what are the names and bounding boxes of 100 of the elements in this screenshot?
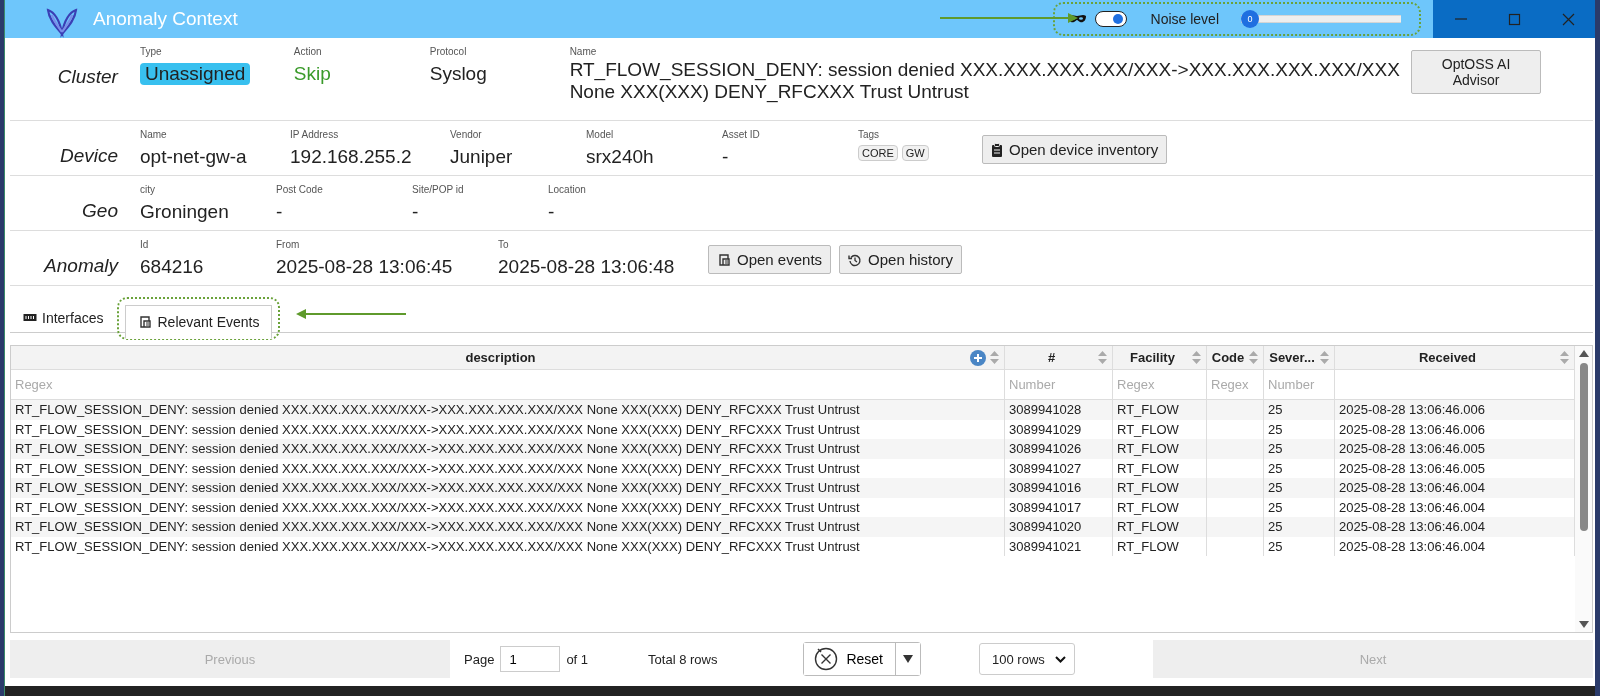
chevron-down-icon [1054,655,1066,663]
table-cell: RT_FLOW_SESSION_DENY: session denied XXX.XXX.XXX.XXX/XXX->XXX.XXX.XXX.XXX/XXX None XXX(XXX) DENY_RFCXXX Trust Untrust [11,400,1005,420]
table-cell: 2025-08-28 13:06:46.004 [1335,478,1575,498]
field-label: Post Code [276,184,324,195]
scrollbar[interactable] [1575,346,1592,632]
scroll-down-icon [1578,621,1589,628]
field-value: 2025-08-28 13:06:45 [276,256,454,278]
scroll-list-icon [138,315,153,329]
clipboard-icon [991,142,1003,157]
field-value: - [412,201,420,223]
field-label: Id [140,239,150,250]
field-value: srx240h [586,146,655,168]
table-cell: RT_FLOW [1113,478,1207,498]
rows-per-page-select[interactable]: 100 rows [979,643,1075,675]
tag-chip: GW [901,145,929,161]
type-badge: Unassigned [139,63,251,85]
window-title: Anomaly Context [93,8,238,30]
sort-icon [1192,351,1201,364]
field-value: Juniper [450,146,514,168]
maximize-icon [1507,12,1521,26]
slider-thumb[interactable]: 0 [1241,10,1259,28]
field-value: Syslog [429,63,488,85]
field-label: city [140,184,156,195]
close-icon [1561,12,1575,26]
history-icon [848,252,863,267]
reset-button[interactable]: Reset [804,643,896,675]
advisor-button[interactable]: OptOSS AI Advisor [1411,50,1541,94]
table-cell: 25 [1264,517,1335,537]
field-label: Name [140,129,168,140]
field-value: - [722,146,730,168]
action-button[interactable]: Open events [708,245,832,274]
field-label: Site/POP id [412,184,465,195]
scroll-list-icon [717,252,731,267]
table-cell: RT_FLOW [1113,439,1207,459]
action-button[interactable]: Open history [839,245,963,274]
field-value: - [276,201,284,223]
table-cell: 3089941026 [1005,439,1113,459]
table-cell: 2025-08-28 13:06:46.004 [1335,517,1575,537]
sort-icon [1249,351,1258,364]
noise-level-label: Noise level [1150,11,1219,27]
field-value: 192.168.255.2 [290,146,413,168]
field-value: 684216 [140,256,205,278]
table-cell: 2025-08-28 13:06:46.006 [1335,400,1575,420]
action-value: Skip [293,63,332,85]
caret-down-icon [903,655,913,663]
circle-x-icon [814,647,839,671]
field-label: Type [139,46,163,57]
page-count: of 1 [566,651,589,667]
table-cell: 25 [1264,400,1335,420]
noise-slider[interactable]: 0 [1241,10,1401,28]
field-label: Location [548,184,587,195]
table-cell: 25 [1264,478,1335,498]
tab[interactable]: Interfaces [13,304,114,332]
column-header[interactable]: # [1047,350,1056,365]
section-title: Device [58,144,118,167]
column-header[interactable]: Received [1418,350,1477,365]
table-cell: RT_FLOW [1113,400,1207,420]
table-cell: 25 [1264,439,1335,459]
field-label: Name [569,46,598,57]
field-label: Model [586,129,615,140]
action-button[interactable]: Open device inventory [982,135,1168,164]
field-label: Protocol [429,46,468,57]
field-value: 2025-08-28 13:06:48 [498,256,676,278]
field-label: To [498,239,510,250]
page-field[interactable]: 1 [500,646,561,672]
butterfly-logo-icon [45,6,79,40]
field-label: Action [293,46,323,57]
mask-toggle[interactable] [1094,11,1127,27]
section-title: Anomaly [42,254,118,277]
column-header[interactable]: description [465,350,536,365]
sort-icon [1320,351,1329,364]
table-cell [1207,439,1264,459]
field-value: opt-net-gw-a [140,146,248,168]
table-cell: 2025-08-28 13:06:46.005 [1335,439,1575,459]
section-title: Geo [81,199,118,222]
table-cell: 3089941028 [1005,400,1113,420]
tag-chip: CORE [858,145,898,161]
field-value: Groningen [140,201,230,223]
field-label: Asset ID [722,129,761,140]
table-cell [1207,517,1264,537]
sort-icon [1560,351,1569,364]
field-value: - [548,201,556,223]
field-label: From [276,239,301,250]
network-port-icon [23,313,37,323]
sort-icon [990,351,999,364]
table-cell: RT_FLOW [1113,517,1207,537]
table-cell: 3089941016 [1005,478,1113,498]
scrollbar-thumb[interactable] [1579,363,1588,531]
scroll-up-icon [1578,350,1589,357]
section-title: Cluster [56,65,118,88]
name-value: RT_FLOW_SESSION_DENY: session denied XXX.XXX.XXX.XXX/XXX->XXX.XXX.XXX.XXX/XXX None XXX(XXX) DENY_RFCXXX Trust Untrust [569,59,1401,103]
sort-icon [1098,351,1107,364]
field-label: Tags [858,129,881,140]
table-cell: RT_FLOW_SESSION_DENY: session denied XXX.XXX.XXX.XXX/XXX->XXX.XXX.XXX.XXX/XXX None XXX(XXX) DENY_RFCXXX Trust Untrust [11,478,1005,498]
table-cell: RT_FLOW_SESSION_DENY: session denied XXX.XXX.XXX.XXX/XXX->XXX.XXX.XXX.XXX/XXX None XXX(XXX) DENY_RFCXXX Trust Untrust [11,517,1005,537]
field-label: IP Address [290,129,340,140]
table-cell: 3089941020 [1005,517,1113,537]
table-cell [1207,478,1264,498]
field-label: Vendor [450,129,483,140]
tab[interactable]: Relevant Events [125,305,273,339]
